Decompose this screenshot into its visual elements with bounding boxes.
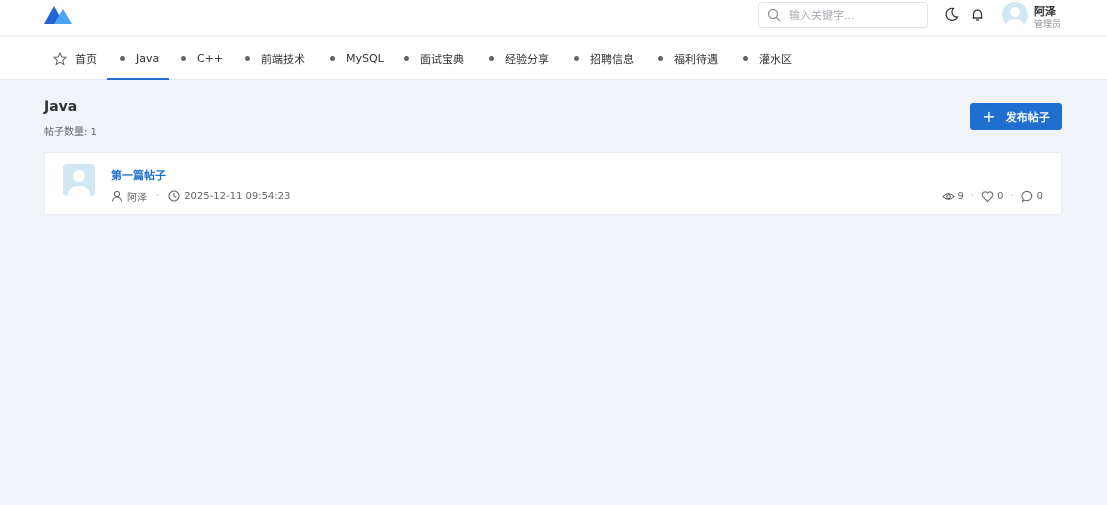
view-count-value: 9 — [957, 190, 964, 202]
heart-icon — [981, 190, 994, 202]
list-item[interactable]: 第一篇帖子 阿泽 · 2025-12-11 09:54:23 9 · 0 · 0 — [44, 152, 1062, 215]
nav-item-experience[interactable]: 经验分享 — [489, 37, 549, 80]
dot-icon — [120, 56, 125, 61]
nav-item-benefits[interactable]: 福利待遇 — [658, 37, 718, 80]
top-bar: 阿泽 管理员 — [0, 0, 1107, 36]
nav-item-label: Java — [136, 52, 160, 65]
eye-icon — [941, 192, 955, 200]
nav-item-interview[interactable]: 面试宝典 — [404, 37, 464, 80]
publish-post-button[interactable]: + 发布帖子 — [970, 103, 1062, 130]
nav-item-label: 面试宝典 — [420, 52, 464, 66]
nav-item-label: 福利待遇 — [674, 52, 718, 66]
dot-icon — [574, 56, 579, 61]
dot-icon — [658, 56, 663, 61]
post-author[interactable]: 阿泽 — [127, 189, 147, 204]
search-box[interactable] — [758, 2, 928, 28]
nav-item-mysql[interactable]: MySQL — [330, 37, 384, 80]
dot-icon — [181, 56, 186, 61]
nav-item-home[interactable]: 首页 — [53, 37, 97, 80]
comment-icon — [1021, 190, 1032, 203]
nav-item-chat[interactable]: 灌水区 — [743, 37, 792, 80]
category-nav: 首页 Java C++ 前端技术 MySQL 面试宝典 经验分享 招聘信息 福利… — [0, 37, 1107, 80]
avatar[interactable] — [63, 164, 95, 196]
nav-item-label: 灌水区 — [759, 52, 792, 66]
separator: · — [1010, 190, 1014, 202]
user-icon — [112, 190, 122, 202]
nav-item-label: C++ — [197, 52, 224, 65]
user-avatar-icon — [1006, 7, 1024, 28]
dot-icon — [743, 56, 748, 61]
post-meta: 阿泽 · 2025-12-11 09:54:23 — [111, 188, 290, 204]
nav-item-frontend[interactable]: 前端技术 — [245, 37, 305, 80]
separator: · — [970, 190, 975, 202]
nav-item-label: MySQL — [346, 52, 384, 65]
nav-item-jobs[interactable]: 招聘信息 — [574, 37, 634, 80]
moon-icon[interactable] — [944, 7, 959, 22]
page-title: Java — [44, 99, 78, 115]
user-avatar-icon — [68, 170, 90, 196]
dot-icon — [330, 56, 335, 61]
dot-icon — [245, 56, 250, 61]
dot-icon — [489, 56, 494, 61]
post-title[interactable]: 第一篇帖子 — [111, 167, 166, 183]
like-count[interactable]: 0 — [981, 190, 1003, 203]
dot-icon — [404, 56, 409, 61]
star-icon — [53, 51, 67, 66]
search-input[interactable] — [789, 6, 923, 24]
post-stats: 9 · 0 · 0 — [941, 188, 1043, 204]
publish-button-label: 发布帖子 — [1005, 110, 1050, 124]
search-icon — [767, 8, 781, 22]
nav-item-label: 前端技术 — [261, 52, 305, 66]
user-role: 管理员 — [1034, 20, 1062, 30]
avatar[interactable] — [1002, 2, 1028, 28]
like-count-value: 0 — [997, 190, 1004, 202]
post-time: 2025-12-11 09:54:23 — [184, 190, 291, 202]
logo-icon[interactable] — [44, 4, 74, 24]
separator: · — [156, 190, 160, 202]
comment-count[interactable]: 0 — [1021, 190, 1043, 203]
nav-item-label: 招聘信息 — [590, 52, 634, 66]
nav-item-cpp[interactable]: C++ — [181, 37, 223, 80]
comment-count-value: 0 — [1036, 190, 1043, 202]
nav-item-label: 首页 — [75, 52, 97, 66]
nav-item-label: 经验分享 — [505, 52, 549, 66]
nav-item-java[interactable]: Java — [107, 37, 170, 80]
clock-icon — [168, 190, 180, 202]
post-count: 帖子数量: 1 — [44, 127, 97, 138]
view-count: 9 — [941, 190, 964, 203]
plus-icon: + — [982, 106, 996, 126]
bell-icon[interactable] — [970, 7, 985, 22]
